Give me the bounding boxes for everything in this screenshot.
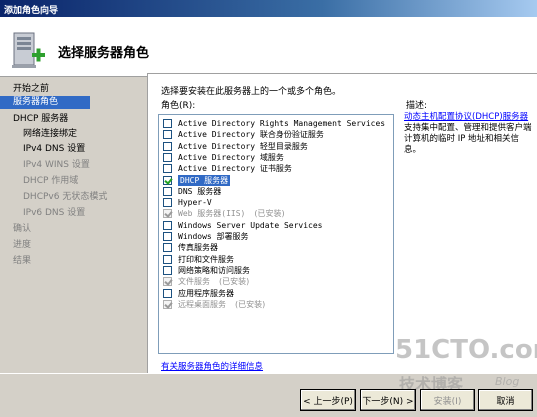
role-checkbox[interactable]	[163, 186, 172, 196]
role-name: Active Directory 域服务	[178, 152, 284, 162]
role-checkbox[interactable]	[163, 152, 172, 162]
role-name: 应用程序服务器	[178, 288, 234, 298]
server-add-icon	[12, 32, 45, 68]
role-installed-note: (已安装)	[254, 209, 285, 219]
role-checkbox[interactable]	[163, 288, 172, 298]
nav-step-dhcpv6: DHCPv6 无状态模式	[23, 192, 108, 202]
nav-step-confirm: 确认	[13, 224, 32, 234]
role-item[interactable]: DHCP 服务器	[163, 174, 231, 186]
nav-step-dhcp-scope: DHCP 作用域	[23, 176, 79, 186]
role-item[interactable]: 应用程序服务器	[163, 288, 234, 299]
role-installed-note: (已安装)	[235, 299, 266, 309]
dhcp-description-link[interactable]: 动态主机配置协议(DHCP)服务器	[404, 112, 528, 122]
role-name: 打印和文件服务	[178, 254, 234, 264]
role-name: Active Directory Rights Management Servi…	[178, 119, 386, 128]
role-checkbox[interactable]	[163, 232, 172, 241]
description-body: 支持集中配置、管理和提供客户端计算机的临时 IP 地址和相关信息。	[404, 123, 532, 155]
role-item[interactable]: 传真服务器	[163, 242, 218, 253]
role-name: DNS 服务器	[178, 186, 222, 196]
role-installed-note: (已安装)	[219, 277, 250, 287]
cancel-button[interactable]: 取消	[478, 389, 533, 411]
nav-step-ipv4-wins: IPv4 WINS 设置	[23, 160, 90, 170]
instruction-text: 选择要安装在此服务器上的一个或多个角色。	[161, 87, 342, 97]
role-checkbox[interactable]	[163, 220, 172, 230]
nav-step-before-you-begin[interactable]: 开始之前	[0, 83, 145, 96]
role-item: 文件服务 (已安装)	[163, 276, 249, 287]
role-checkbox[interactable]	[163, 119, 172, 128]
role-name: DHCP 服务器	[178, 174, 231, 186]
description-text: 动态主机配置协议(DHCP)服务器支持集中配置、管理和提供客户端计算机的临时 I…	[404, 112, 534, 156]
role-checkbox[interactable]	[163, 265, 172, 275]
role-item[interactable]: Active Directory 轻型目录服务	[163, 141, 308, 152]
role-name: Active Directory 轻型目录服务	[178, 141, 308, 151]
wizard-steps-nav: 开始之前 服务器角色 DHCP 服务器 网络连接绑定 IPv4 DNS 设置 I…	[0, 77, 145, 367]
page-title: 选择服务器角色	[58, 46, 150, 61]
role-name: 远程桌面服务	[178, 299, 226, 309]
role-name: Hyper-V	[178, 198, 212, 208]
content-panel: 选择要安装在此服务器上的一个或多个角色。 角色(R): 描述: Active D…	[147, 73, 537, 373]
back-button[interactable]: < 上一步(P)	[300, 389, 356, 411]
role-checkbox[interactable]	[163, 254, 172, 264]
next-button[interactable]: 下一步(N) >	[360, 389, 416, 411]
nav-step-results: 结果	[13, 256, 32, 266]
role-checkbox[interactable]	[163, 175, 172, 185]
wizard-footer: < 上一步(P) 下一步(N) > 安装(I) 取消	[0, 373, 537, 417]
nav-step-progress: 进度	[13, 240, 32, 250]
role-name: 传真服务器	[178, 243, 218, 253]
nav-step-ipv4-dns[interactable]: IPv4 DNS 设置	[0, 143, 145, 156]
role-checkbox[interactable]	[163, 130, 172, 140]
nav-step-server-roles[interactable]: 服务器角色	[0, 96, 90, 109]
role-name: Windows 部署服务	[178, 232, 249, 241]
roles-listbox[interactable]: Active Directory Rights Management Servi…	[158, 114, 394, 354]
role-checkbox	[163, 209, 172, 219]
window-title: 添加角色向导	[0, 0, 537, 17]
role-name: Web 服务器(IIS)	[178, 209, 246, 219]
role-item[interactable]: Hyper-V	[163, 197, 212, 208]
role-name: Active Directory 证书服务	[178, 164, 292, 174]
nav-step-network-binding[interactable]: 网络连接绑定	[0, 128, 145, 141]
role-item[interactable]: DNS 服务器	[163, 186, 221, 197]
roles-label: 角色(R):	[161, 101, 196, 111]
role-checkbox[interactable]	[163, 243, 172, 253]
role-item: 远程桌面服务 (已安装)	[163, 299, 265, 310]
nav-step-dhcp-server[interactable]: DHCP 服务器	[0, 113, 145, 126]
role-item[interactable]: 网络策略和访问服务	[163, 265, 250, 276]
role-item[interactable]: Windows Server Update Services	[163, 220, 323, 231]
role-checkbox	[163, 299, 172, 309]
role-checkbox[interactable]	[163, 141, 172, 151]
nav-step-ipv6-dns: IPv6 DNS 设置	[23, 208, 86, 218]
role-checkbox	[163, 277, 172, 287]
role-name: Windows Server Update Services	[178, 220, 323, 230]
role-name: 文件服务	[178, 277, 210, 287]
more-info-link[interactable]: 有关服务器角色的详细信息	[161, 360, 263, 372]
install-button: 安装(I)	[420, 389, 475, 411]
description-label: 描述:	[406, 101, 428, 111]
role-item[interactable]: Active Directory 联合身份验证服务	[163, 129, 324, 140]
role-item[interactable]: Active Directory Rights Management Servi…	[163, 118, 385, 129]
wizard-header: 选择服务器角色	[0, 17, 537, 77]
role-checkbox[interactable]	[163, 164, 172, 174]
role-item[interactable]: Active Directory 证书服务	[163, 163, 292, 174]
role-item[interactable]: 打印和文件服务	[163, 254, 234, 265]
role-name: 网络策略和访问服务	[178, 265, 250, 275]
role-item[interactable]: Active Directory 域服务	[163, 152, 284, 163]
role-item: Web 服务器(IIS) (已安装)	[163, 208, 285, 219]
role-checkbox[interactable]	[163, 198, 172, 208]
role-name: Active Directory 联合身份验证服务	[178, 130, 324, 140]
role-item[interactable]: Windows 部署服务	[163, 231, 249, 242]
